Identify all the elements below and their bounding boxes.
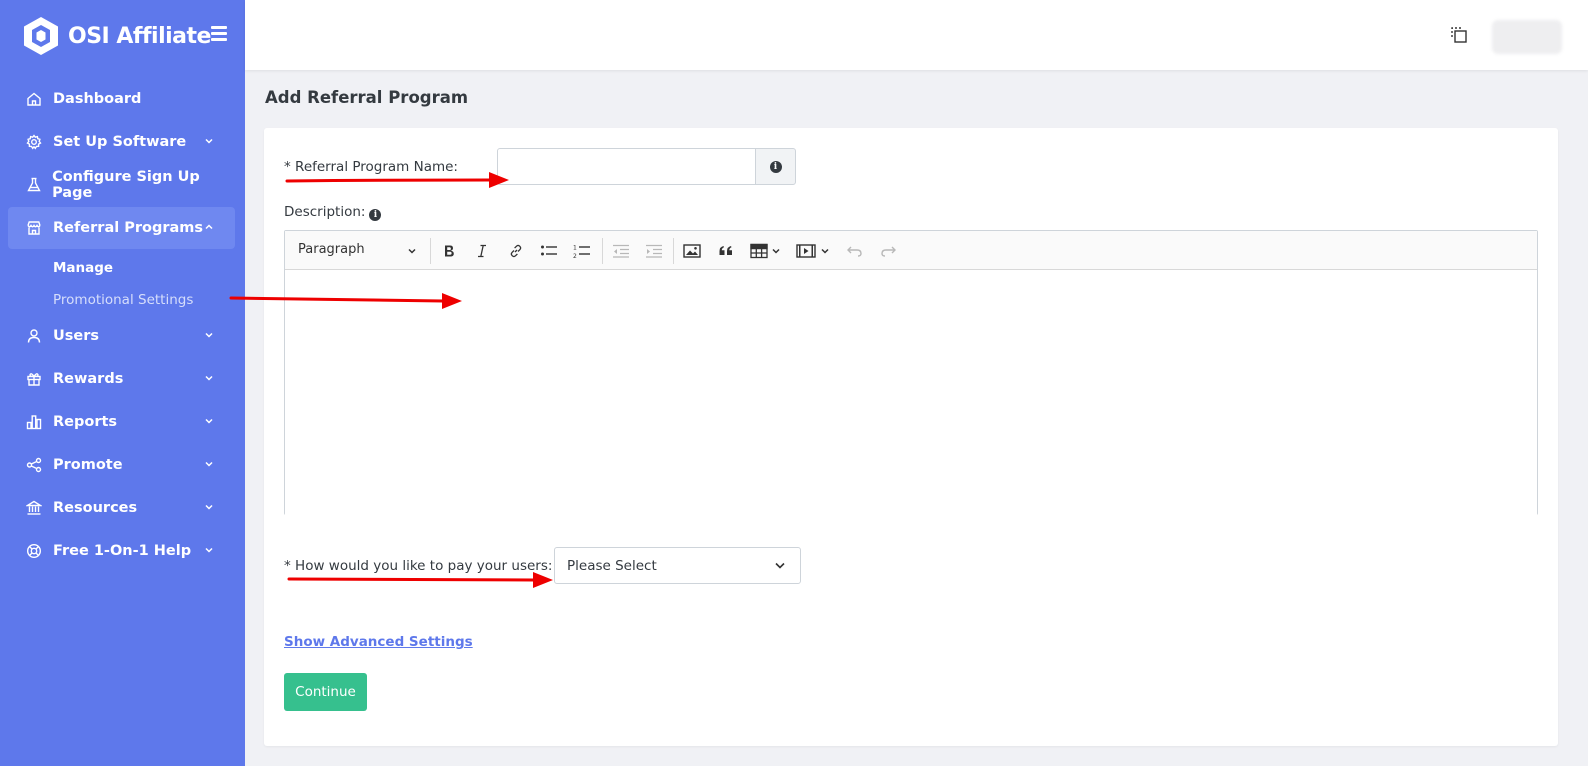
blockquote-icon[interactable]	[715, 240, 737, 262]
sidebar-item-rewards[interactable]: Rewards	[8, 358, 235, 400]
media-embed-icon[interactable]	[795, 240, 817, 262]
continue-button[interactable]: Continue	[284, 673, 367, 711]
toolbar-divider	[602, 238, 603, 264]
sidebar-item-label: Rewards	[53, 371, 124, 387]
redo-icon[interactable]	[877, 240, 899, 262]
lifebuoy-icon	[25, 542, 43, 560]
bank-icon	[25, 499, 43, 517]
chevron-down-icon	[205, 461, 213, 467]
sidebar-item-label: Promote	[53, 457, 123, 473]
sidebar-item-label: Resources	[53, 500, 138, 516]
paragraph-style-dropdown[interactable]: Paragraph	[298, 242, 365, 257]
undo-icon[interactable]	[844, 240, 866, 262]
sidebar-item-reports[interactable]: Reports	[8, 401, 235, 443]
description-editor: Paragraph 12	[284, 230, 1538, 515]
bar-chart-icon	[25, 413, 43, 431]
sidebar-item-label: Dashboard	[53, 91, 142, 107]
editor-toolbar: Paragraph 12	[285, 231, 1537, 270]
editor-content-area[interactable]	[285, 270, 1537, 515]
sidebar-item-label: Users	[53, 328, 100, 344]
page-title: Add Referral Program	[265, 88, 469, 107]
chevron-down-icon	[205, 504, 213, 510]
chevron-down-icon[interactable]	[407, 246, 417, 256]
brand-name: OSI Affiliate	[68, 23, 211, 49]
link-icon[interactable]	[505, 240, 527, 262]
sidebar-subitem-manage[interactable]: Manage	[53, 260, 113, 276]
user-icon	[25, 327, 43, 345]
gift-icon	[25, 370, 43, 388]
show-advanced-settings-link[interactable]: Show Advanced Settings	[284, 634, 473, 650]
chevron-down-icon	[205, 375, 213, 381]
program-name-label: * Referral Program Name:	[284, 159, 458, 175]
svg-text:1: 1	[573, 245, 577, 252]
toolbar-divider	[430, 238, 431, 264]
sidebar-subitem-promotional-settings[interactable]: Promotional Settings	[53, 292, 193, 308]
form-card: * Referral Program Name: i Description: i…	[264, 128, 1558, 746]
description-label: Description:	[284, 204, 366, 220]
chevron-up-icon	[205, 224, 213, 230]
pay-method-select[interactable]: Please Select	[554, 547, 801, 584]
home-icon	[25, 90, 43, 108]
italic-icon[interactable]	[471, 240, 493, 262]
sidebar-item-label: Set Up Software	[53, 134, 187, 150]
decrease-indent-icon[interactable]	[610, 240, 632, 262]
image-icon[interactable]	[681, 240, 703, 262]
chevron-down-icon	[205, 138, 213, 144]
sidebar-item-configure-sign-up-page[interactable]: Configure Sign Up Page	[8, 164, 235, 206]
info-icon[interactable]: i	[369, 209, 382, 221]
sidebar-item-label: Referral Programs	[53, 220, 204, 236]
sidebar-item-label: Configure Sign Up Page	[52, 169, 200, 201]
sidebar: OSI Affiliate Dashboard Set Up Software …	[0, 0, 245, 766]
toolbar-divider	[673, 238, 674, 264]
chevron-down-icon	[205, 547, 213, 553]
sidebar-item-dashboard[interactable]: Dashboard	[8, 78, 235, 120]
program-name-input[interactable]	[497, 148, 756, 185]
chevron-down-icon	[775, 562, 785, 569]
copy-icon[interactable]	[1449, 25, 1469, 45]
chevron-down-icon[interactable]	[818, 240, 832, 262]
pay-method-label: * How would you like to pay your users:	[284, 558, 553, 574]
chevron-down-icon[interactable]	[769, 240, 783, 262]
sidebar-item-resources[interactable]: Resources	[8, 487, 235, 529]
sidebar-item-users[interactable]: Users	[8, 315, 235, 357]
bold-icon[interactable]	[438, 240, 460, 262]
share-icon	[25, 456, 43, 474]
chevron-down-icon	[205, 332, 213, 338]
sidebar-item-referral-programs[interactable]: Referral Programs	[8, 207, 235, 249]
pay-method-selected: Please Select	[567, 557, 657, 574]
sidebar-item-label: Reports	[53, 414, 118, 430]
topbar	[245, 0, 1588, 70]
sidebar-item-promote[interactable]: Promote	[8, 444, 235, 486]
numbered-list-icon[interactable]: 12	[571, 240, 593, 262]
increase-indent-icon[interactable]	[643, 240, 665, 262]
svg-text:2: 2	[573, 253, 577, 259]
program-name-info-button[interactable]: i	[755, 148, 796, 185]
flask-icon	[25, 176, 42, 194]
bulleted-list-icon[interactable]	[538, 240, 560, 262]
sidebar-item-label: Free 1-On-1 Help	[53, 543, 192, 559]
store-icon	[25, 219, 43, 237]
info-icon: i	[769, 160, 782, 173]
brand-logo-icon	[24, 17, 58, 55]
sidebar-item-free-help[interactable]: Free 1-On-1 Help	[8, 530, 235, 572]
table-icon[interactable]	[748, 240, 770, 262]
chevron-down-icon	[205, 418, 213, 424]
description-label-row: Description: i	[284, 204, 382, 221]
user-avatar[interactable]	[1492, 20, 1562, 54]
brand[interactable]: OSI Affiliate	[22, 15, 211, 57]
gear-icon	[25, 133, 43, 151]
menu-toggle-icon[interactable]	[211, 26, 227, 42]
sidebar-item-set-up-software[interactable]: Set Up Software	[8, 121, 235, 163]
